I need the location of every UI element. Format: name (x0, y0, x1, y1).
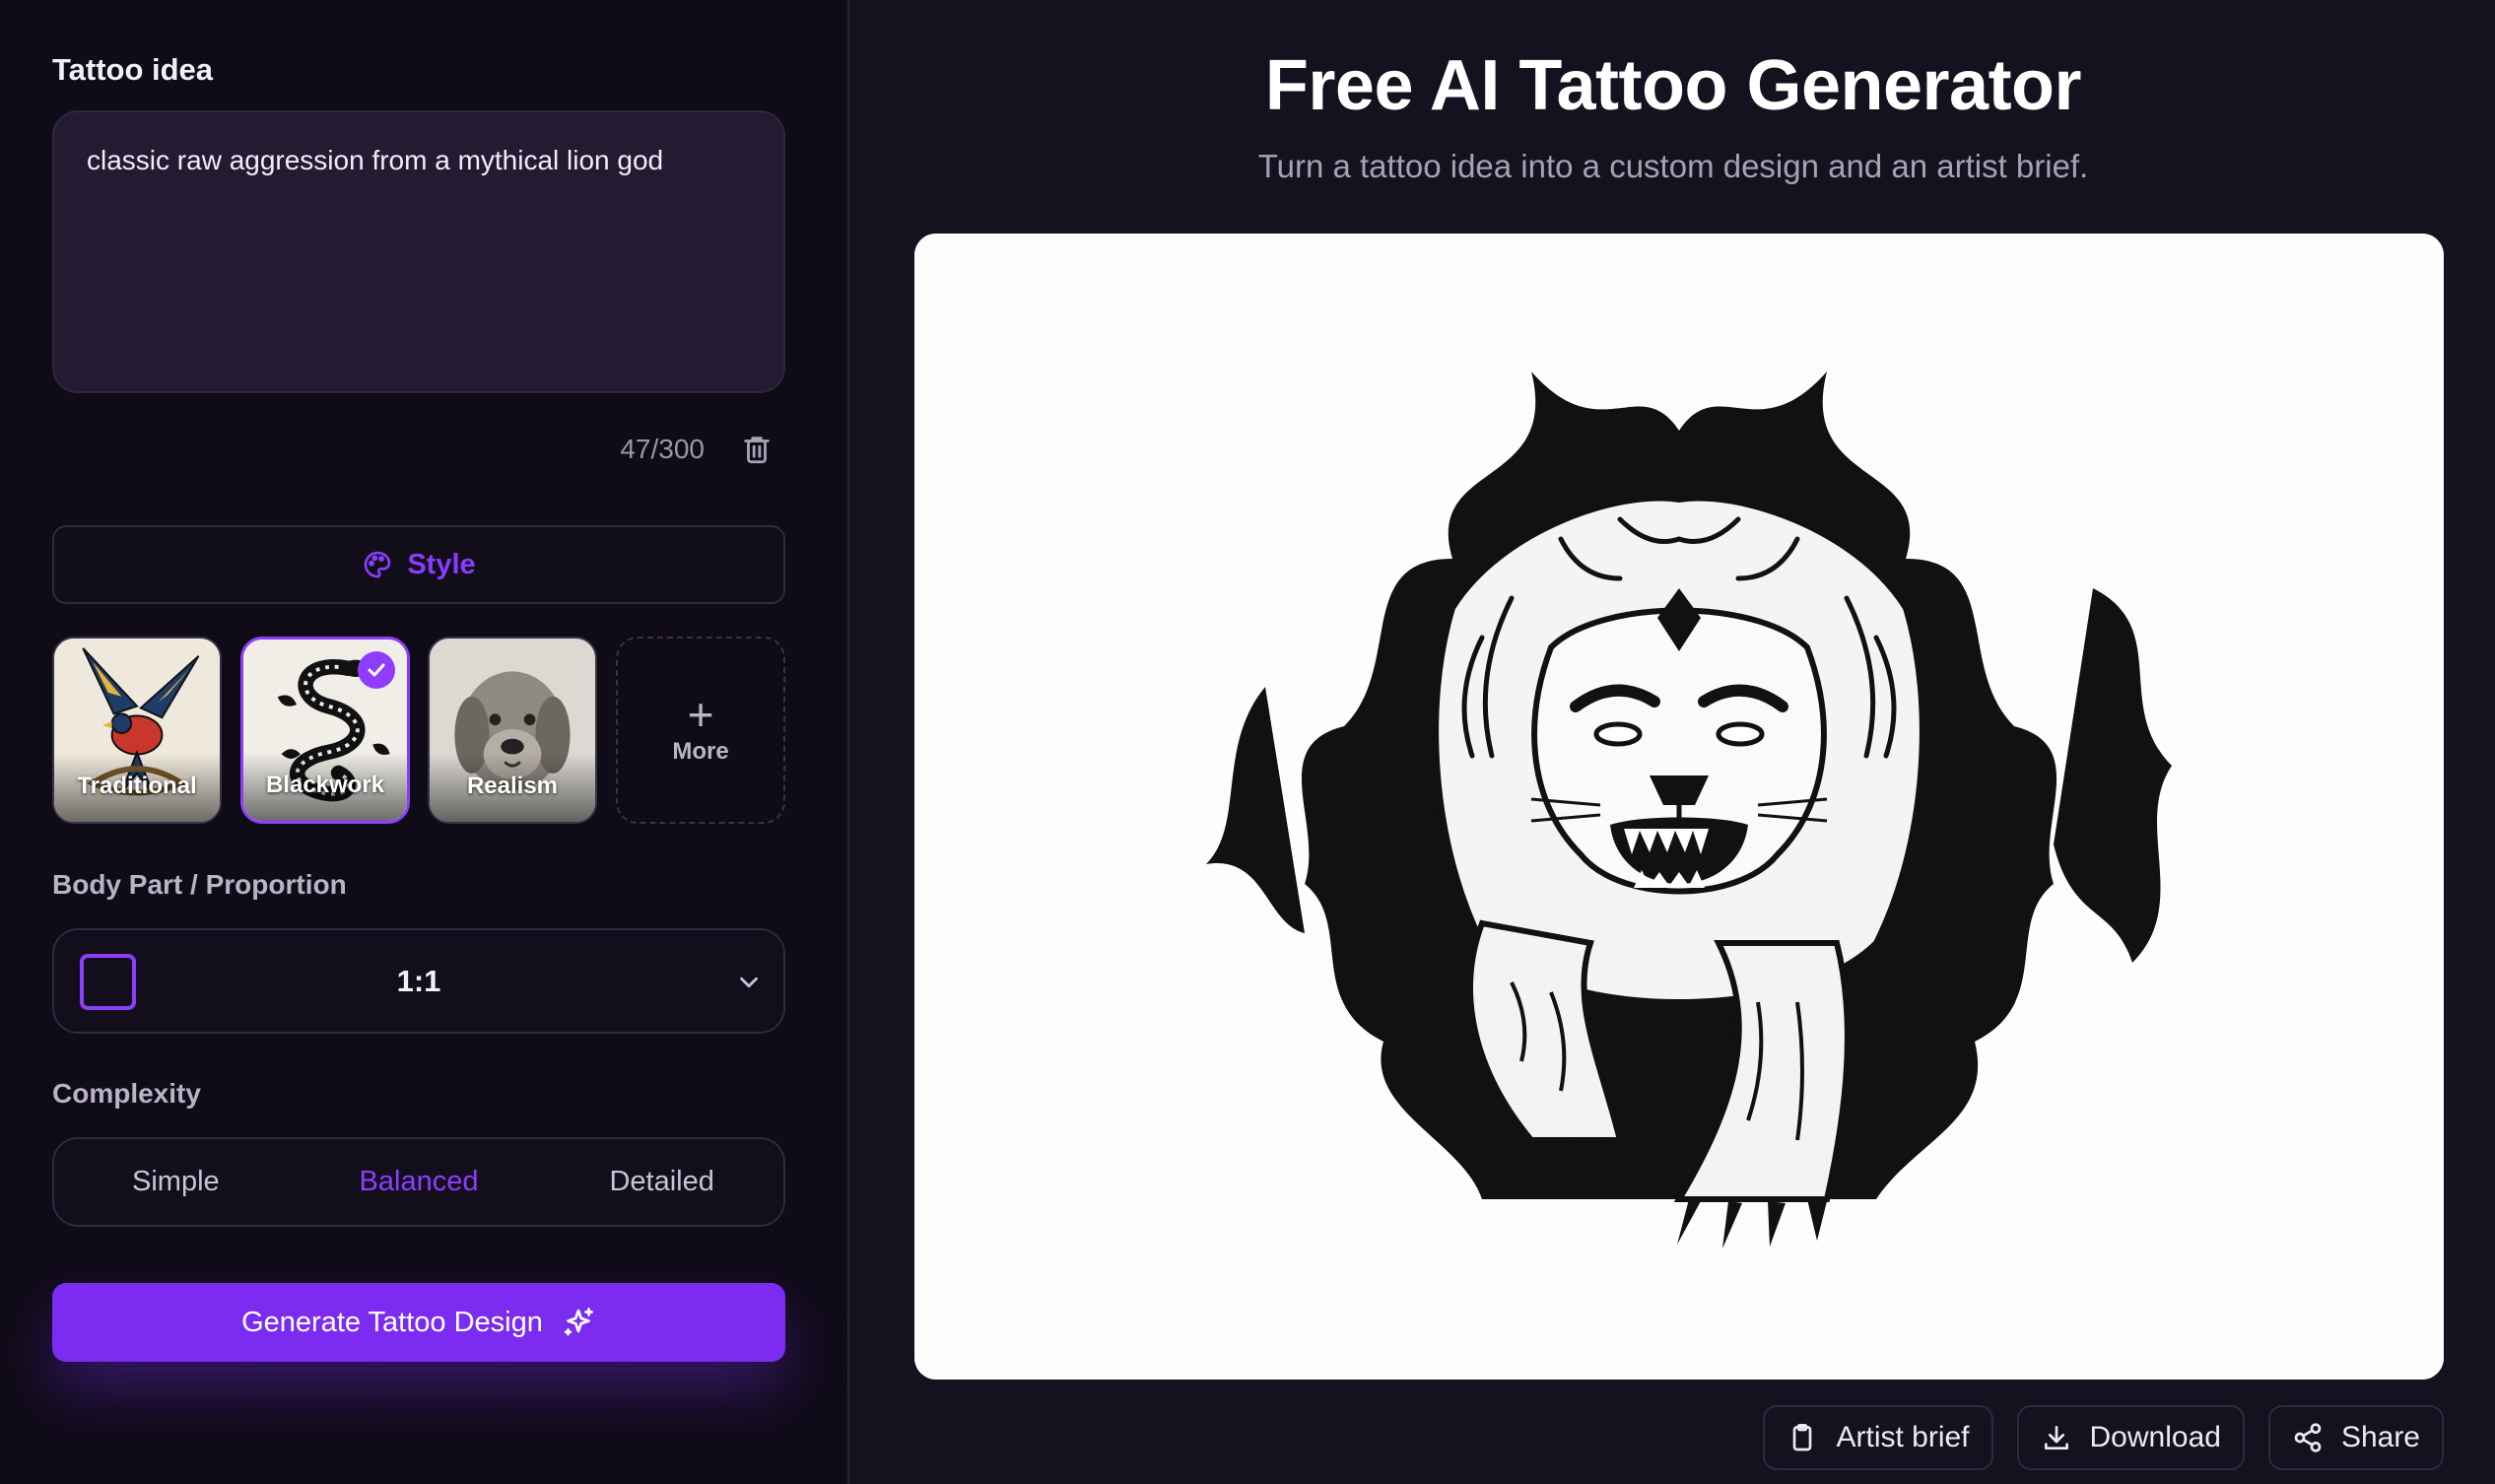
idea-meta-row: 47/300 (52, 430, 785, 469)
lion-tattoo-illustration (914, 234, 2444, 1380)
style-card-blackwork[interactable]: Blackwork (240, 637, 410, 824)
complexity-detailed[interactable]: Detailed (540, 1166, 783, 1198)
style-options: Traditional Blackwork Realism + More (52, 637, 785, 824)
share-icon (2294, 1423, 2322, 1452)
body-part-label: Body Part / Proportion (52, 869, 347, 900)
download-button[interactable]: Download (2016, 1405, 2245, 1470)
palette-icon (362, 549, 393, 580)
proportion-value: 1:1 (396, 963, 441, 998)
share-label: Share (2340, 1421, 2420, 1453)
style-card-realism[interactable]: Realism (428, 637, 597, 824)
sparkle-icon (561, 1305, 596, 1340)
download-label: Download (2089, 1421, 2221, 1453)
chevron-down-icon (734, 968, 764, 997)
action-bar: Artist brief Download Share (1763, 1405, 2444, 1470)
style-card-label: Realism (466, 773, 559, 799)
page-subtitle: Turn a tattoo idea into a custom design … (1257, 148, 2089, 184)
download-icon (2044, 1426, 2068, 1450)
tattoo-idea-input[interactable]: classic raw aggression from a mythical l… (52, 110, 785, 393)
proportion-select[interactable]: 1:1 (52, 928, 785, 1034)
complexity-balanced[interactable]: Balanced (298, 1166, 541, 1198)
generate-button[interactable]: Generate Tattoo Design (52, 1283, 785, 1362)
complexity-label: Complexity (52, 1078, 201, 1109)
character-counter: 47/300 (620, 434, 705, 464)
style-button-label: Style (407, 548, 476, 580)
style-card-label: Traditional (77, 773, 197, 799)
more-label: More (672, 738, 729, 765)
app: Tattoo idea classic raw aggression from … (0, 0, 2495, 1484)
more-styles-button[interactable]: + More (616, 637, 785, 824)
complexity-selector: Simple Balanced Detailed (52, 1137, 785, 1227)
style-card-label: Blackwork (265, 772, 385, 798)
clipboard-icon (1793, 1424, 1812, 1451)
preview-panel: Free AI Tattoo Generator Turn a tattoo i… (851, 0, 2495, 1484)
plus-icon: + (687, 689, 714, 740)
complexity-simple[interactable]: Simple (54, 1166, 298, 1198)
settings-panel: Tattoo idea classic raw aggression from … (0, 0, 849, 1484)
artist-brief-button[interactable]: Artist brief (1763, 1405, 1993, 1470)
check-icon (358, 651, 395, 689)
generated-tattoo-image (914, 234, 2444, 1380)
style-card-traditional[interactable]: Traditional (52, 637, 222, 824)
page-title: Free AI Tattoo Generator (1264, 46, 2082, 125)
share-button[interactable]: Share (2267, 1405, 2444, 1470)
generate-button-label: Generate Tattoo Design (241, 1306, 543, 1338)
style-button[interactable]: Style (52, 525, 785, 604)
artist-brief-label: Artist brief (1836, 1421, 1970, 1453)
tattoo-idea-label: Tattoo idea (52, 52, 214, 87)
trash-icon[interactable] (740, 433, 774, 466)
